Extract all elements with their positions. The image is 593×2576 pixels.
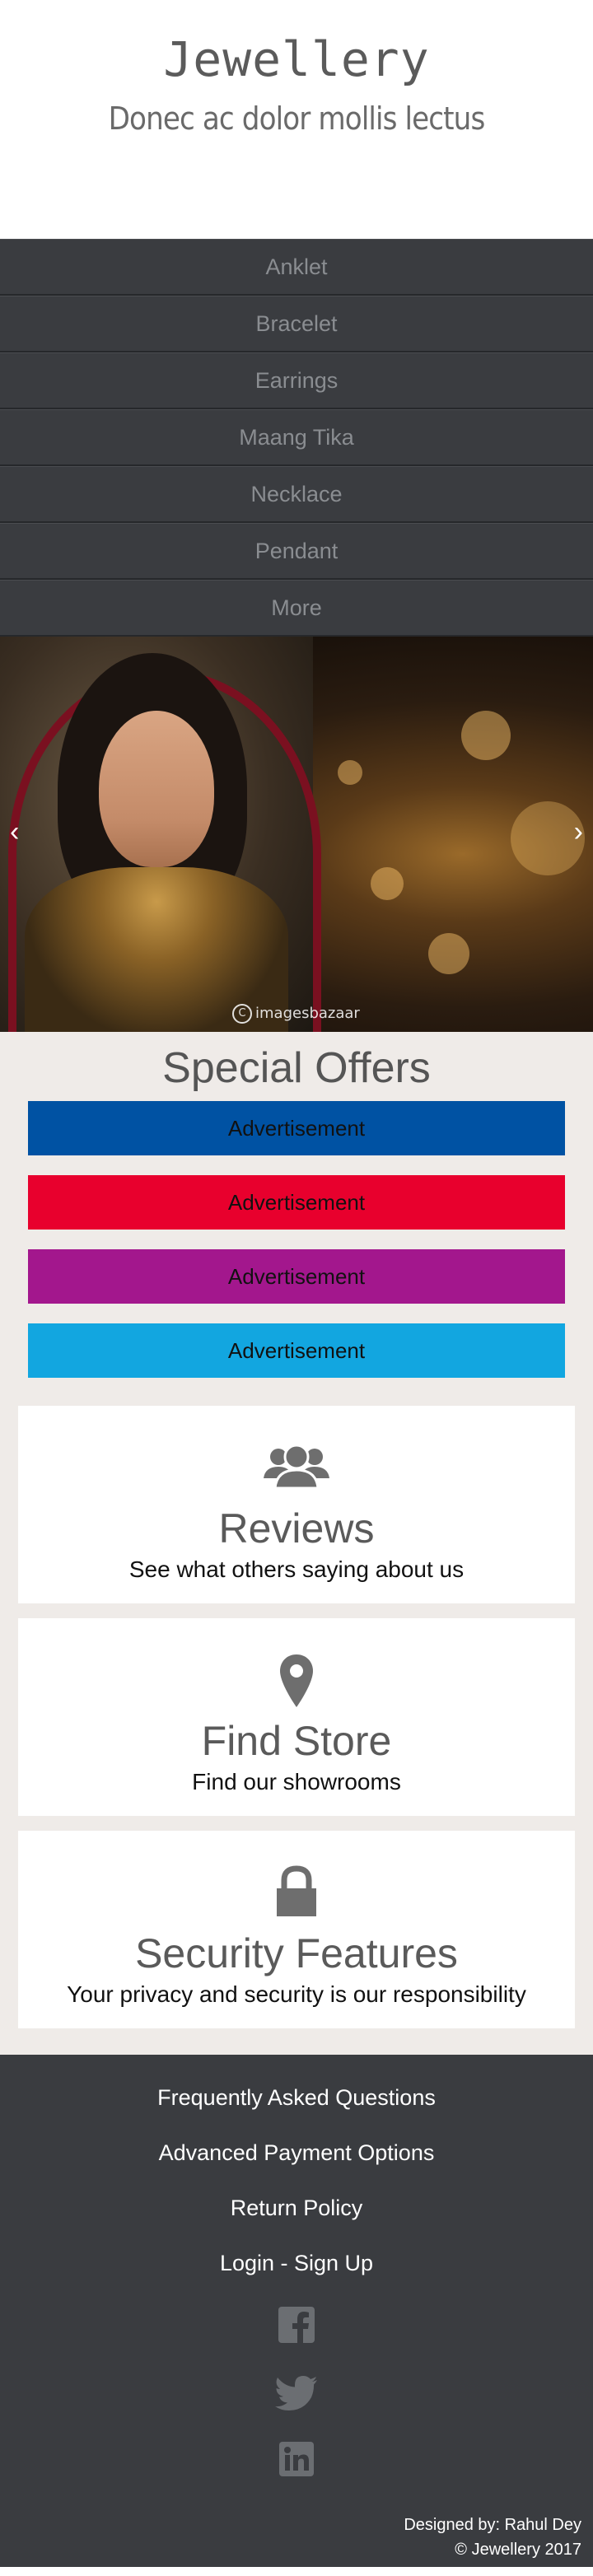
advertisement-banner[interactable]: Advertisement <box>28 1101 565 1155</box>
copyright-text: © Jewellery 2017 <box>455 2541 581 2559</box>
feature-title: Find Store <box>201 1718 392 1764</box>
twitter-icon[interactable] <box>275 2376 318 2410</box>
bokeh-light <box>461 711 511 760</box>
image-watermark: Cimagesbazaar <box>232 1004 360 1024</box>
feature-title: Security Features <box>135 1930 458 1976</box>
footer-credits: Designed by: Rahul Dey © Jewellery 2017 <box>404 2513 581 2562</box>
users-icon <box>18 1440 575 1493</box>
special-offers-title: Special Offers <box>162 1044 431 1092</box>
nav-item-bracelet[interactable]: Bracelet <box>0 296 593 352</box>
social-links <box>0 2307 593 2476</box>
feature-card-find-store[interactable]: Find Store Find our showrooms <box>18 1618 575 1816</box>
footer-link-faq[interactable]: Frequently Asked Questions <box>0 2076 593 2131</box>
nav-item-more[interactable]: More <box>0 580 593 637</box>
site-header: Jewellery Donec ac dolor mollis lectus <box>0 0 593 239</box>
nav-item-maang-tika[interactable]: Maang Tika <box>0 409 593 466</box>
brand-logo[interactable]: Jewellery <box>0 31 593 87</box>
watermark-text: imagesbazaar <box>255 1005 360 1022</box>
carousel-prev-button[interactable]: ‹ <box>10 818 19 846</box>
footer-link-payment-options[interactable]: Advanced Payment Options <box>0 2131 593 2186</box>
nav-item-anklet[interactable]: Anklet <box>0 239 593 296</box>
feature-description: Find our showrooms <box>192 1769 401 1794</box>
copyright-symbol: C <box>232 1004 252 1024</box>
bokeh-light <box>371 867 404 900</box>
advertisement-banner[interactable]: Advertisement <box>28 1323 565 1378</box>
nav-item-earrings[interactable]: Earrings <box>0 352 593 409</box>
feature-card-reviews[interactable]: Reviews See what others saying about us <box>18 1406 575 1603</box>
advertisement-banner[interactable]: Advertisement <box>28 1175 565 1230</box>
carousel-next-button[interactable]: › <box>574 818 583 846</box>
nav-item-pendant[interactable]: Pendant <box>0 523 593 580</box>
linkedin-icon[interactable] <box>279 2442 314 2476</box>
main-nav: Anklet Bracelet Earrings Maang Tika Neck… <box>0 239 593 637</box>
feature-title: Reviews <box>218 1505 375 1552</box>
nav-item-necklace[interactable]: Necklace <box>0 466 593 523</box>
bokeh-light <box>338 760 362 785</box>
site-footer: Frequently Asked Questions Advanced Paym… <box>0 2055 593 2567</box>
hero-image-face <box>99 711 214 867</box>
facebook-icon[interactable] <box>278 2307 315 2343</box>
feature-description: Your privacy and security is our respons… <box>67 1981 526 2007</box>
feature-description: See what others saying about us <box>128 1556 465 1582</box>
map-marker-icon <box>18 1653 575 1707</box>
feature-card-security[interactable]: Security Features Your privacy and secur… <box>18 1831 575 2028</box>
footer-link-login-signup[interactable]: Login - Sign Up <box>0 2242 593 2297</box>
footer-links: Frequently Asked Questions Advanced Paym… <box>0 2055 593 2297</box>
tagline: Donec ac dolor mollis lectus <box>108 100 486 137</box>
bokeh-light <box>428 933 469 974</box>
footer-link-return-policy[interactable]: Return Policy <box>0 2186 593 2242</box>
designer-credit: Designed by: Rahul Dey <box>404 2516 581 2534</box>
lock-icon <box>18 1865 575 1918</box>
features-list: Reviews See what others saying about us … <box>0 1406 593 2028</box>
advertisement-banner[interactable]: Advertisement <box>28 1249 565 1304</box>
offers-section: Special Offers Advertisement Advertiseme… <box>0 1032 593 2055</box>
hero-carousel: Cimagesbazaar ‹ › <box>0 637 593 1032</box>
